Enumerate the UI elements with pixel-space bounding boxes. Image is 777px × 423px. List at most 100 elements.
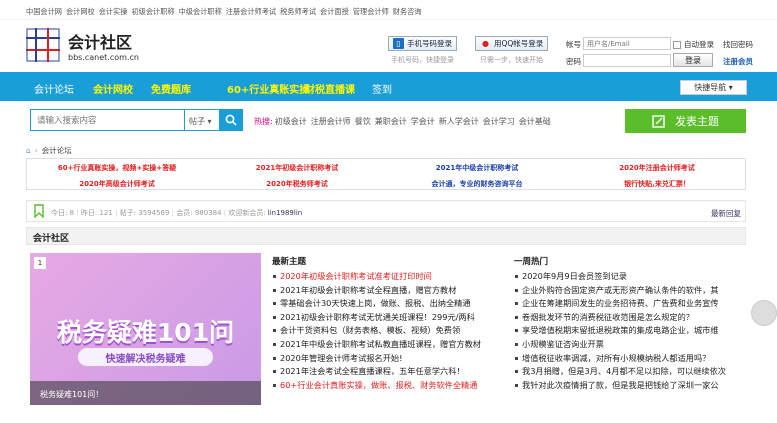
hot-keyword[interactable]: 初级会计	[275, 117, 307, 126]
qq-login-sub: 只需一步，快速开始	[480, 56, 543, 64]
login-button[interactable]: 登录	[673, 53, 713, 67]
promo-table: 60+行业真账实操，视频+实操+答疑 2021年初级会计职称考试 2021年中级会计…	[26, 158, 746, 190]
hot-keyword[interactable]: 会计学习	[483, 117, 515, 126]
stat-today: 今日: 8	[51, 209, 75, 217]
hot-keyword[interactable]: 注册会计师	[311, 117, 351, 126]
nav-item[interactable]: 60+行业真账实操	[227, 81, 309, 96]
topic-item[interactable]: 2021初级会计职称考试无忧通关班课程！299元/两科	[272, 311, 500, 325]
post-topic-label: 发表主题	[675, 115, 719, 128]
topic-item[interactable]: 2021年中级会计职称考试私教直播班课程，赠官方教材	[272, 338, 500, 352]
main-nav: 会计论坛 会计网校 免费题库 60+行业真账实操 财税直播课 签到	[0, 72, 777, 101]
top-link[interactable]: 会计面授	[320, 7, 349, 16]
feedback-float-button[interactable]	[751, 300, 777, 326]
search-button[interactable]	[219, 109, 243, 131]
hot-topic-item[interactable]: 小规模鉴证咨询业开票	[514, 338, 746, 352]
caret-down-icon: ▾	[207, 117, 212, 126]
logo-title[interactable]: 会计社区	[68, 29, 132, 53]
post-topic-button[interactable]: 发表主题	[625, 109, 746, 133]
promo-link[interactable]: 会计通，专业的财务咨询平台	[387, 179, 567, 189]
promo-link[interactable]: 2020年注册会计师考试	[567, 163, 747, 173]
nav-item[interactable]: 财税直播课	[305, 81, 355, 96]
qq-login-button[interactable]: ● 用QQ帐号登录	[475, 36, 549, 51]
nav-item[interactable]: 会计论坛	[34, 81, 74, 96]
topic-item[interactable]: 2020年初级会计职称考试准考证打印时间	[272, 270, 500, 284]
password-input[interactable]	[583, 54, 671, 67]
hot-topic-item[interactable]: 企业在筹建期间发生的业务招待费、广告费和业务宣传	[514, 297, 746, 311]
phone-login-sub: 手机号码，快捷登录	[391, 56, 454, 64]
hot-keyword[interactable]: 学会计	[411, 117, 435, 126]
breadcrumb-current[interactable]: 会计论坛	[42, 145, 72, 156]
top-link[interactable]: 财务咨询	[393, 7, 422, 16]
top-link-bar: 中国会计网 会计网校 会计实操 初级会计职称 中级会计职称 注册会计师考试 税务师考试 会计面…	[0, 0, 777, 20]
promo-link[interactable]: 2020年税务师考试	[207, 179, 387, 189]
stat-yesterday: 昨日: 121	[80, 209, 113, 217]
weekly-hot-title: 一周热门	[514, 257, 549, 267]
topic-item[interactable]: 2021年初级会计职称考试全程直播，赠官方教材	[272, 284, 500, 298]
auto-login-checkbox[interactable]: 自动登录	[673, 39, 714, 50]
register-link[interactable]: 注册会员	[723, 56, 753, 67]
hot-keyword[interactable]: 会计基础	[519, 117, 551, 126]
promo-link[interactable]: 2020年高级会计师考试	[27, 179, 207, 189]
banner-slide[interactable]: 1 税务疑难101问 快速解决税务疑难 税务疑难101问！	[30, 253, 261, 405]
forum-stats: 今日: 8 | 昨日: 121 | 帖子: 3594569 | 会员: 9803…	[26, 200, 746, 222]
newest-member-link[interactable]: lin1989lin	[268, 209, 302, 217]
logo-domain: bbs.canet.com.cn	[68, 53, 139, 62]
caret-down-icon: ▾	[728, 83, 733, 92]
checkbox-box[interactable]	[673, 40, 681, 49]
topic-item[interactable]: 会计干货资料包（财务表格、模板、视频）免费领	[272, 324, 500, 338]
top-link[interactable]: 中级会计职称	[179, 7, 222, 16]
top-link[interactable]: 管理会计师	[353, 7, 389, 16]
qq-login-label: 用QQ帐号登录	[494, 39, 544, 48]
stats-text: 今日: 8 | 昨日: 121 | 帖子: 3594569 | 会员: 9803…	[51, 209, 303, 217]
hot-topic-item[interactable]: 我3月捐赠，但是3月、4月都不足以扣除，可以继续依次	[514, 365, 746, 379]
banner-caption[interactable]: 税务疑难101问！	[30, 381, 261, 405]
hot-keyword[interactable]: 新人学会计	[439, 117, 479, 126]
password-label: 密码	[566, 57, 581, 66]
nav-item[interactable]: 签到	[372, 81, 392, 96]
hot-label: 热搜:	[254, 117, 273, 126]
breadcrumb-separator: ›	[34, 145, 38, 155]
hot-topic-item[interactable]: 我针对此次疫情捐了款，但是我是把钱给了深圳一家公	[514, 379, 746, 393]
topic-item[interactable]: 2021年注会考试全程直播课程，五年任意学六科！	[272, 365, 500, 379]
promo-link[interactable]: 银行快贴,来兑汇票！	[567, 179, 747, 189]
top-link[interactable]: 会计实操	[99, 7, 128, 16]
search-type-select[interactable]: 帖子 ▾	[185, 109, 219, 131]
latest-replies-link[interactable]: 最新回复	[711, 208, 741, 219]
top-link[interactable]: 税务师考试	[280, 7, 316, 16]
account-input[interactable]	[583, 37, 671, 50]
slide-index[interactable]: 1	[34, 257, 46, 269]
find-password-link[interactable]: 找回密码	[723, 39, 753, 50]
top-link[interactable]: 中国会计网	[26, 7, 62, 16]
promo-link[interactable]: 2021年中级会计职称考试	[387, 163, 567, 173]
nav-item[interactable]: 免费题库	[151, 81, 191, 96]
account-label: 帐号	[566, 40, 581, 49]
topic-item[interactable]: 2020年管理会计师考试报名开始!	[272, 352, 500, 366]
promo-link[interactable]: 2021年初级会计职称考试	[207, 163, 387, 173]
bookmark-icon[interactable]	[34, 204, 44, 218]
quick-nav-label: 快捷导航	[694, 83, 727, 92]
hot-topic-item[interactable]: 卷烟批发环节的消费税征收范围是怎么规定的？	[514, 311, 746, 325]
top-link[interactable]: 注册会计师考试	[226, 7, 276, 16]
promo-link[interactable]: 60+行业真账实操，视频+实操+答疑	[27, 163, 207, 173]
topic-item[interactable]: 60+行业会计真账实操，做账、报税、财务软件全精通	[272, 379, 500, 393]
logo-grid-icon	[26, 28, 60, 62]
search-type-value: 帖子	[189, 117, 205, 126]
hot-topic-item[interactable]: 企业外购符合固定资产或无形资产确认条件的软件，其	[514, 284, 746, 298]
quick-nav-button[interactable]: 快捷导航 ▾	[680, 80, 747, 95]
banner-headline: 税务疑难101问	[56, 318, 235, 347]
nav-item[interactable]: 会计网校	[93, 81, 133, 96]
auto-login-label: 自动登录	[684, 40, 714, 49]
phone-login-button[interactable]: ▯ 手机号码登录	[388, 36, 457, 51]
hot-keyword[interactable]: 餐饮	[355, 117, 371, 126]
hot-topic-item[interactable]: 增值税征收率调减，对所有小规模纳税人都适用吗？	[514, 352, 746, 366]
hot-keyword[interactable]: 兼职会计	[375, 117, 407, 126]
new-topics-column: 最新主题 2020年初级会计职称考试准考证打印时间 2021年初级会计职称考试全程…	[272, 255, 500, 392]
hot-topic-item[interactable]: 2020年9月9日会员签到记录	[514, 270, 746, 284]
topic-item[interactable]: 零基础会计30天快速上岗，做账、报税、出纳全精通	[272, 297, 500, 311]
search-input[interactable]	[30, 109, 185, 131]
stat-welcome: 欢迎新会员:	[228, 209, 266, 217]
top-link[interactable]: 初级会计职称	[131, 7, 174, 16]
home-icon[interactable]: ⌂	[26, 146, 31, 155]
top-link[interactable]: 会计网校	[66, 7, 95, 16]
hot-topic-item[interactable]: 享受增值税期末留抵退税政策的集成电路企业，城市维	[514, 324, 746, 338]
